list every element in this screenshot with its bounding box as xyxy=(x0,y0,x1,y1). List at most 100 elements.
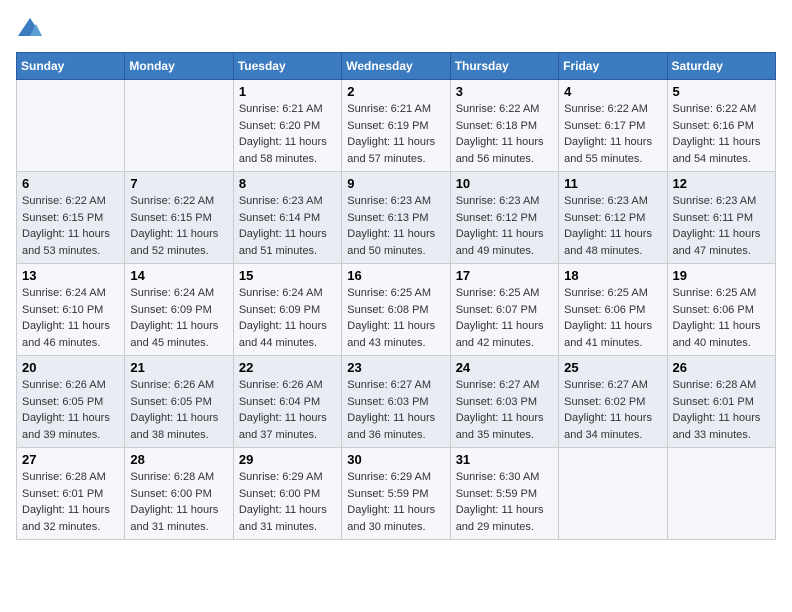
calendar-cell xyxy=(667,448,775,540)
calendar-cell: 29 Sunrise: 6:29 AM Sunset: 6:00 PM Dayl… xyxy=(233,448,341,540)
day-number: 12 xyxy=(673,176,770,191)
sunset-text: Sunset: 6:14 PM xyxy=(239,212,320,224)
day-info: Sunrise: 6:25 AM Sunset: 6:07 PM Dayligh… xyxy=(456,285,553,351)
calendar-cell: 27 Sunrise: 6:28 AM Sunset: 6:01 PM Dayl… xyxy=(17,448,125,540)
sunrise-text: Sunrise: 6:24 AM xyxy=(130,287,214,299)
day-info: Sunrise: 6:27 AM Sunset: 6:02 PM Dayligh… xyxy=(564,377,661,443)
sunrise-text: Sunrise: 6:26 AM xyxy=(239,379,323,391)
day-info: Sunrise: 6:22 AM Sunset: 6:15 PM Dayligh… xyxy=(130,193,227,259)
calendar-header: SundayMondayTuesdayWednesdayThursdayFrid… xyxy=(17,53,776,80)
sunset-text: Sunset: 6:20 PM xyxy=(239,120,320,132)
sunrise-text: Sunrise: 6:23 AM xyxy=(564,195,648,207)
daylight-text: Daylight: 11 hours and 36 minutes. xyxy=(347,412,435,441)
calendar-cell: 12 Sunrise: 6:23 AM Sunset: 6:11 PM Dayl… xyxy=(667,172,775,264)
day-number: 3 xyxy=(456,84,553,99)
day-number: 31 xyxy=(456,452,553,467)
day-number: 16 xyxy=(347,268,444,283)
daylight-text: Daylight: 11 hours and 44 minutes. xyxy=(239,320,327,349)
sunrise-text: Sunrise: 6:29 AM xyxy=(347,471,431,483)
day-info: Sunrise: 6:22 AM Sunset: 6:18 PM Dayligh… xyxy=(456,101,553,167)
daylight-text: Daylight: 11 hours and 50 minutes. xyxy=(347,228,435,257)
sunrise-text: Sunrise: 6:28 AM xyxy=(130,471,214,483)
sunrise-text: Sunrise: 6:23 AM xyxy=(347,195,431,207)
daylight-text: Daylight: 11 hours and 38 minutes. xyxy=(130,412,218,441)
sunrise-text: Sunrise: 6:25 AM xyxy=(347,287,431,299)
sunset-text: Sunset: 6:04 PM xyxy=(239,396,320,408)
day-info: Sunrise: 6:27 AM Sunset: 6:03 PM Dayligh… xyxy=(456,377,553,443)
logo xyxy=(16,16,48,40)
day-info: Sunrise: 6:23 AM Sunset: 6:12 PM Dayligh… xyxy=(564,193,661,259)
day-number: 9 xyxy=(347,176,444,191)
calendar-week-row: 13 Sunrise: 6:24 AM Sunset: 6:10 PM Dayl… xyxy=(17,264,776,356)
calendar-cell xyxy=(17,80,125,172)
daylight-text: Daylight: 11 hours and 30 minutes. xyxy=(347,504,435,533)
sunrise-text: Sunrise: 6:22 AM xyxy=(673,103,757,115)
day-number: 27 xyxy=(22,452,119,467)
sunset-text: Sunset: 6:01 PM xyxy=(22,488,103,500)
calendar-cell: 10 Sunrise: 6:23 AM Sunset: 6:12 PM Dayl… xyxy=(450,172,558,264)
calendar-cell: 6 Sunrise: 6:22 AM Sunset: 6:15 PM Dayli… xyxy=(17,172,125,264)
sunrise-text: Sunrise: 6:21 AM xyxy=(239,103,323,115)
sunset-text: Sunset: 6:03 PM xyxy=(347,396,428,408)
daylight-text: Daylight: 11 hours and 49 minutes. xyxy=(456,228,544,257)
calendar-week-row: 1 Sunrise: 6:21 AM Sunset: 6:20 PM Dayli… xyxy=(17,80,776,172)
day-info: Sunrise: 6:23 AM Sunset: 6:14 PM Dayligh… xyxy=(239,193,336,259)
day-info: Sunrise: 6:23 AM Sunset: 6:13 PM Dayligh… xyxy=(347,193,444,259)
calendar-cell: 11 Sunrise: 6:23 AM Sunset: 6:12 PM Dayl… xyxy=(559,172,667,264)
day-number: 30 xyxy=(347,452,444,467)
calendar-cell: 3 Sunrise: 6:22 AM Sunset: 6:18 PM Dayli… xyxy=(450,80,558,172)
daylight-text: Daylight: 11 hours and 45 minutes. xyxy=(130,320,218,349)
day-info: Sunrise: 6:28 AM Sunset: 6:01 PM Dayligh… xyxy=(673,377,770,443)
sunset-text: Sunset: 6:17 PM xyxy=(564,120,645,132)
sunset-text: Sunset: 6:18 PM xyxy=(456,120,537,132)
day-number: 14 xyxy=(130,268,227,283)
weekday-header: Monday xyxy=(125,53,233,80)
sunset-text: Sunset: 6:12 PM xyxy=(456,212,537,224)
sunrise-text: Sunrise: 6:28 AM xyxy=(22,471,106,483)
calendar-cell: 22 Sunrise: 6:26 AM Sunset: 6:04 PM Dayl… xyxy=(233,356,341,448)
sunset-text: Sunset: 6:19 PM xyxy=(347,120,428,132)
day-info: Sunrise: 6:21 AM Sunset: 6:19 PM Dayligh… xyxy=(347,101,444,167)
sunrise-text: Sunrise: 6:21 AM xyxy=(347,103,431,115)
day-info: Sunrise: 6:23 AM Sunset: 6:11 PM Dayligh… xyxy=(673,193,770,259)
day-number: 26 xyxy=(673,360,770,375)
calendar-cell xyxy=(125,80,233,172)
sunset-text: Sunset: 6:12 PM xyxy=(564,212,645,224)
sunset-text: Sunset: 6:06 PM xyxy=(673,304,754,316)
logo-icon xyxy=(16,16,44,40)
day-number: 23 xyxy=(347,360,444,375)
day-info: Sunrise: 6:25 AM Sunset: 6:06 PM Dayligh… xyxy=(673,285,770,351)
day-number: 11 xyxy=(564,176,661,191)
sunset-text: Sunset: 6:09 PM xyxy=(239,304,320,316)
weekday-header: Tuesday xyxy=(233,53,341,80)
sunset-text: Sunset: 6:00 PM xyxy=(130,488,211,500)
sunrise-text: Sunrise: 6:22 AM xyxy=(456,103,540,115)
day-number: 28 xyxy=(130,452,227,467)
day-info: Sunrise: 6:22 AM Sunset: 6:15 PM Dayligh… xyxy=(22,193,119,259)
sunrise-text: Sunrise: 6:29 AM xyxy=(239,471,323,483)
sunset-text: Sunset: 6:08 PM xyxy=(347,304,428,316)
calendar-table: SundayMondayTuesdayWednesdayThursdayFrid… xyxy=(16,52,776,540)
day-info: Sunrise: 6:24 AM Sunset: 6:09 PM Dayligh… xyxy=(239,285,336,351)
weekday-header: Wednesday xyxy=(342,53,450,80)
sunset-text: Sunset: 6:09 PM xyxy=(130,304,211,316)
sunset-text: Sunset: 6:13 PM xyxy=(347,212,428,224)
sunset-text: Sunset: 6:03 PM xyxy=(456,396,537,408)
daylight-text: Daylight: 11 hours and 57 minutes. xyxy=(347,136,435,165)
calendar-cell: 17 Sunrise: 6:25 AM Sunset: 6:07 PM Dayl… xyxy=(450,264,558,356)
sunset-text: Sunset: 6:07 PM xyxy=(456,304,537,316)
calendar-cell: 1 Sunrise: 6:21 AM Sunset: 6:20 PM Dayli… xyxy=(233,80,341,172)
day-number: 21 xyxy=(130,360,227,375)
calendar-cell: 14 Sunrise: 6:24 AM Sunset: 6:09 PM Dayl… xyxy=(125,264,233,356)
daylight-text: Daylight: 11 hours and 55 minutes. xyxy=(564,136,652,165)
calendar-cell: 8 Sunrise: 6:23 AM Sunset: 6:14 PM Dayli… xyxy=(233,172,341,264)
day-info: Sunrise: 6:23 AM Sunset: 6:12 PM Dayligh… xyxy=(456,193,553,259)
daylight-text: Daylight: 11 hours and 31 minutes. xyxy=(239,504,327,533)
calendar-cell: 7 Sunrise: 6:22 AM Sunset: 6:15 PM Dayli… xyxy=(125,172,233,264)
daylight-text: Daylight: 11 hours and 53 minutes. xyxy=(22,228,110,257)
day-info: Sunrise: 6:28 AM Sunset: 6:01 PM Dayligh… xyxy=(22,469,119,535)
day-info: Sunrise: 6:30 AM Sunset: 5:59 PM Dayligh… xyxy=(456,469,553,535)
daylight-text: Daylight: 11 hours and 37 minutes. xyxy=(239,412,327,441)
sunrise-text: Sunrise: 6:25 AM xyxy=(673,287,757,299)
calendar-week-row: 27 Sunrise: 6:28 AM Sunset: 6:01 PM Dayl… xyxy=(17,448,776,540)
